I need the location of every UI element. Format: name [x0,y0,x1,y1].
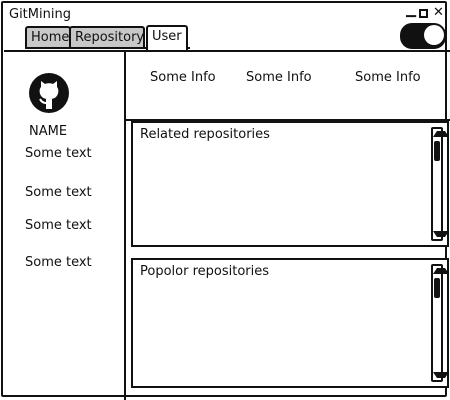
sidebar-text: Some text [25,218,92,233]
window-title: GitMining [9,7,71,22]
scroll-down-icon[interactable] [433,372,449,378]
info-item: Some Info [355,70,421,85]
scroll-thumb[interactable] [434,278,440,298]
github-logo-icon [29,73,69,113]
popular-repositories-panel: Popolor repositories [131,258,449,388]
related-repositories-panel: Related repositories [131,121,449,247]
tab-repository[interactable]: Repository [69,26,145,48]
scrollbar[interactable] [431,127,449,241]
tab-home-label: Home [31,30,70,45]
info-item: Some Info [150,70,216,85]
minimize-icon[interactable]: ▁ [406,4,416,18]
sidebar-text: Some text [25,146,92,161]
header-divider [4,50,450,52]
info-item: Some Info [246,70,312,85]
tab-user[interactable]: User [146,25,188,50]
sidebar-text: Some text [25,185,92,200]
toggle-knob [424,25,444,45]
maximize-icon[interactable] [419,9,428,18]
scroll-down-icon[interactable] [433,231,449,237]
scroll-up-icon[interactable] [433,131,449,137]
app-window: GitMining ▁ ✕ Home Repository User NAME … [1,1,450,400]
tab-repository-label: Repository [75,30,145,45]
popular-repositories-title: Popolor repositories [140,264,270,279]
scroll-thumb[interactable] [434,141,440,161]
sidebar-divider [124,52,126,400]
tab-user-label: User [152,29,182,44]
tab-home[interactable]: Home [25,26,71,48]
close-icon[interactable]: ✕ [433,6,444,20]
scroll-up-icon[interactable] [433,268,449,274]
related-repositories-title: Related repositories [140,127,270,142]
sidebar-text: Some text [25,255,92,270]
scrollbar[interactable] [431,264,449,382]
user-name: NAME [29,124,68,139]
theme-toggle[interactable] [400,23,446,49]
